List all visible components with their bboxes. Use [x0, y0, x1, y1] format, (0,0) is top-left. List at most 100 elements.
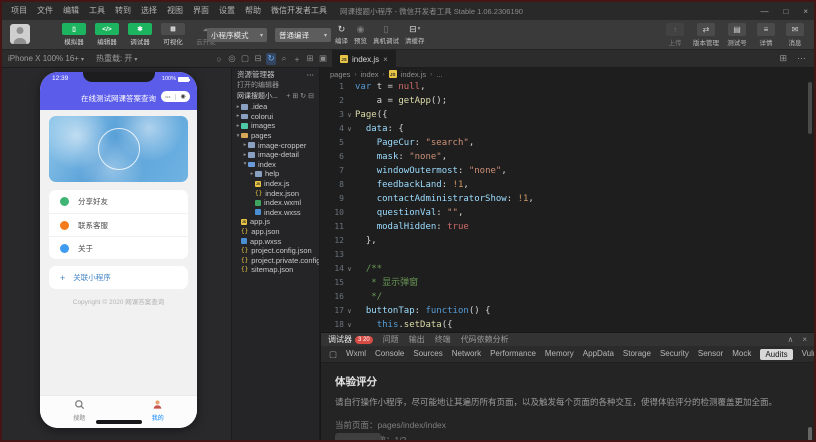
debugger-scrollbar[interactable] [808, 427, 812, 440]
mode-button-模拟器[interactable]: ▯ 模拟器 [60, 23, 88, 46]
editor-scrollbar[interactable] [808, 82, 812, 134]
menu-item-视图[interactable]: 视图 [162, 2, 188, 20]
editor-tab-indexjs[interactable]: JS index.js × [332, 50, 396, 68]
close-tab-icon[interactable]: × [383, 55, 388, 64]
tree-item-colorui[interactable]: ▸ colorui [232, 112, 319, 122]
tree-item-index.js[interactable]: JS index.js [232, 179, 319, 189]
collapse-panel-icon[interactable]: ⊟ [253, 53, 263, 65]
compile-mode-select[interactable]: 普通编译 ▾ [275, 28, 331, 42]
debugger-tab-Security[interactable]: Security [660, 349, 689, 360]
minimize-button[interactable]: — [760, 7, 768, 16]
action-版本管理[interactable]: ⇄ 版本管理 [693, 23, 719, 47]
fold-chevron-icon[interactable]: ∨ [344, 262, 355, 276]
fold-chevron-icon[interactable]: ∨ [344, 318, 355, 332]
project-icon[interactable]: ⊞ [292, 93, 298, 100]
mode-button-编辑器[interactable]: </> 编辑器 [93, 23, 121, 46]
debugger-tab-Audits[interactable]: Audits [760, 348, 793, 360]
debugger-tab-Sensor[interactable]: Sensor [698, 349, 723, 360]
tree-item-index[interactable]: ▾ index [232, 160, 319, 170]
grid-icon[interactable]: ⊞ [305, 53, 315, 65]
menu-item-帮助[interactable]: 帮助 [240, 2, 266, 20]
menu-item-设置[interactable]: 设置 [214, 2, 240, 20]
action-测试号[interactable]: ▤ 测试号 [726, 23, 748, 47]
panel-tab-输出[interactable]: 输出 [409, 334, 425, 345]
mode-button-调试器[interactable]: ✱ 调试器 [126, 23, 154, 46]
breadcrumb-item[interactable]: index.js [401, 70, 426, 79]
debugger-tab-Wxml[interactable]: Wxml [346, 349, 366, 360]
panel-tab-代码依赖分析[interactable]: 代码依赖分析 [461, 334, 509, 345]
action-真机调试[interactable]: ▯ 真机调试 [373, 23, 399, 46]
debugger-tab-Memory[interactable]: Memory [545, 349, 574, 360]
user-avatar[interactable] [10, 24, 30, 44]
menu-item-分享好友[interactable]: 分享好友 [49, 190, 188, 213]
tree-item-app.wxss[interactable]: app.wxss [232, 236, 319, 246]
project-icon[interactable]: ↻ [300, 93, 306, 100]
menu-item-文件[interactable]: 文件 [32, 2, 58, 20]
action-详情[interactable]: ≡ 详情 [755, 23, 777, 47]
mode-select[interactable]: 小程序模式 ▾ [207, 28, 267, 42]
device-toggle-icon[interactable]: ▢ [329, 349, 337, 360]
project-icon[interactable]: + [286, 93, 290, 100]
tree-item-sitemap.json[interactable]: {} sitemap.json [232, 265, 319, 275]
tree-item-.idea[interactable]: ▸ .idea [232, 102, 319, 112]
panel-tab-调试器[interactable]: 调试器 3 20 [328, 334, 373, 345]
tree-item-index.json[interactable]: {} index.json [232, 188, 319, 198]
start-audit-button[interactable] [335, 433, 381, 440]
refresh-icon[interactable]: ↻ [266, 52, 276, 65]
tree-item-index.wxml[interactable]: index.wxml [232, 198, 319, 208]
record-icon[interactable]: ◎ [227, 53, 237, 65]
hero-banner-image[interactable] [49, 116, 188, 182]
more-menu-icon[interactable]: ••• [165, 94, 171, 99]
panel-tab-问题[interactable]: 问题 [383, 334, 399, 345]
action-上传[interactable]: ↑ 上传 [664, 23, 686, 47]
debugger-tab-Console[interactable]: Console [375, 349, 404, 360]
capsule-menu[interactable]: ••• ◉ [161, 91, 190, 102]
tree-item-pages[interactable]: ▾ pages [232, 131, 319, 141]
project-root-row[interactable]: 网课搜题小... + ⊞ ↻ ⊟ [232, 90, 319, 101]
panel-tab-终端[interactable]: 终端 [435, 334, 451, 345]
breadcrumb-item[interactable]: ... [436, 70, 442, 79]
project-icon[interactable]: ⊟ [308, 93, 314, 100]
tree-item-image-detail[interactable]: ▸ image-detail [232, 150, 319, 160]
menu-item-微信开发者工具[interactable]: 微信开发者工具 [266, 2, 332, 20]
tree-item-project.private.config.js..[interactable]: {}project.private.config.js.. [232, 256, 319, 266]
menu-item-联系客服[interactable]: 联系客服 [49, 213, 188, 236]
menu-item-编辑[interactable]: 编辑 [58, 2, 84, 20]
action-消息[interactable]: ✉ 消息 [784, 23, 806, 47]
fold-chevron-icon[interactable]: ∨ [344, 304, 355, 318]
debugger-tab-Sources[interactable]: Sources [413, 349, 442, 360]
device-select[interactable]: iPhone X 100% 16+ ▾ [8, 54, 84, 63]
exit-target-icon[interactable]: ◉ [180, 94, 185, 100]
open-editors-section[interactable]: 打开的编辑器 [232, 80, 319, 90]
collapse-panel-icon[interactable]: ∧ [787, 335, 793, 344]
breadcrumb[interactable]: pages › index › JS index.js ›... [320, 68, 814, 80]
tree-item-app.js[interactable]: JS app.js [232, 217, 319, 227]
debugger-tab-Performance[interactable]: Performance [490, 349, 536, 360]
hot-reload-select[interactable]: 热重载: 开 ▾ [96, 53, 137, 64]
mode-button-可视化[interactable]: ⊞ 可视化 [159, 23, 187, 46]
plus-icon[interactable]: + [292, 53, 302, 65]
menu-item-转到[interactable]: 转到 [110, 2, 136, 20]
more-actions-icon[interactable]: ⋯ [307, 70, 315, 79]
maximize-button[interactable]: □ [783, 7, 788, 16]
close-panel-icon[interactable]: × [802, 335, 807, 344]
tree-item-app.json[interactable]: {} app.json [232, 227, 319, 237]
more-actions-icon[interactable]: ⋯ [797, 53, 806, 64]
debugger-tab-Network[interactable]: Network [452, 349, 481, 360]
debugger-tab-AppData[interactable]: AppData [583, 349, 614, 360]
breadcrumb-item[interactable]: index [361, 70, 379, 79]
menu-item-选择[interactable]: 选择 [136, 2, 162, 20]
menu-item-关于[interactable]: 关于 [49, 236, 188, 259]
panel-icon[interactable]: ▣ [318, 53, 328, 65]
tree-item-images[interactable]: ▸ images [232, 121, 319, 131]
power-icon[interactable]: ○ [214, 53, 224, 65]
search-icon[interactable]: ⌕ [279, 53, 289, 65]
menu-item-项目[interactable]: 项目 [6, 2, 32, 20]
tree-item-project.config.json[interactable]: {} project.config.json [232, 246, 319, 256]
tree-item-image-cropper[interactable]: ▸ image-cropper [232, 140, 319, 150]
debugger-tab-Vulnerability[interactable]: Vulnerability [802, 349, 814, 360]
action-清缓存[interactable]: ⊟ ▾ 清缓存 [405, 23, 425, 46]
debugger-tab-Mock[interactable]: Mock [732, 349, 751, 360]
tree-item-help[interactable]: ▸ help [232, 169, 319, 179]
tree-item-index.wxss[interactable]: index.wxss [232, 208, 319, 218]
